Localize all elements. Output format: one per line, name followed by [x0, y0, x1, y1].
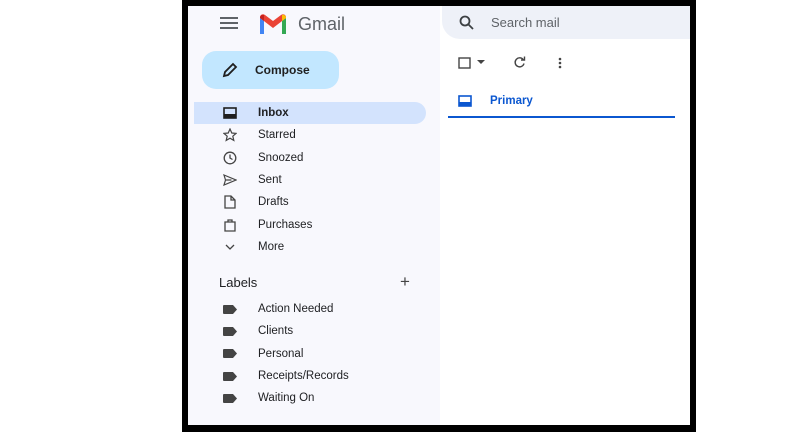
compose-label: Compose [255, 63, 310, 77]
search-input[interactable]: Search mail [491, 15, 560, 30]
label-tag-icon [222, 393, 238, 403]
nav-label: Starred [258, 129, 296, 142]
label-item[interactable]: Clients [194, 320, 426, 342]
pencil-icon [222, 62, 238, 78]
nav-list: Inbox Starred Snoozed Sent Drafts Purcha… [194, 102, 426, 258]
label-item[interactable]: Action Needed [194, 298, 426, 320]
labels-heading: Labels [219, 275, 258, 290]
nav-item-starred[interactable]: Starred [194, 124, 426, 146]
chevron-down-icon [222, 244, 238, 250]
nav-item-sent[interactable]: Sent [194, 169, 426, 191]
label-name: Action Needed [258, 303, 334, 316]
mail-toolbar [458, 56, 562, 69]
label-item[interactable]: Personal [194, 343, 426, 365]
nav-label: Snoozed [258, 151, 304, 164]
bag-icon [222, 218, 238, 232]
nav-label: Sent [258, 174, 282, 187]
screen-frame: Gmail Compose Inbox Starred Snoozed Sent… [182, 0, 696, 432]
gmail-brand: Gmail [298, 14, 346, 34]
nav-label: Drafts [258, 196, 289, 209]
search-bar[interactable]: Search mail [442, 6, 690, 39]
tab-primary[interactable]: Primary [448, 86, 675, 118]
label-tag-icon [222, 304, 238, 314]
label-name: Receipts/Records [258, 370, 349, 383]
nav-item-snoozed[interactable]: Snoozed [194, 147, 426, 169]
compose-button[interactable]: Compose [202, 51, 339, 89]
main-panel: Search mail Primary [440, 6, 690, 425]
nav-item-inbox[interactable]: Inbox [194, 102, 426, 125]
hamburger-menu-icon[interactable] [220, 17, 238, 29]
clock-icon [222, 151, 238, 165]
more-options-icon[interactable] [558, 57, 562, 69]
sidebar: Gmail Compose Inbox Starred Snoozed Sent… [188, 6, 440, 425]
inbox-icon [458, 95, 472, 107]
add-label-plus-icon[interactable]: + [400, 272, 410, 292]
nav-item-more[interactable]: More [194, 236, 426, 258]
labels-list: Action Needed Clients Personal Receipts/… [194, 298, 426, 409]
nav-label: Inbox [258, 107, 289, 120]
label-name: Personal [258, 347, 304, 360]
select-checkbox-icon[interactable] [458, 56, 471, 69]
select-dropdown-icon[interactable] [477, 60, 485, 65]
label-tag-icon [222, 349, 238, 359]
tab-label: Primary [490, 95, 533, 107]
label-item[interactable]: Receipts/Records [194, 365, 426, 387]
nav-item-purchases[interactable]: Purchases [194, 213, 426, 235]
nav-item-drafts[interactable]: Drafts [194, 191, 426, 213]
star-icon [222, 128, 238, 143]
search-icon [459, 15, 474, 30]
inbox-icon [222, 107, 238, 119]
label-name: Clients [258, 325, 294, 338]
label-tag-icon [222, 371, 238, 381]
draft-icon [222, 195, 238, 209]
gmail-logo-icon [260, 14, 286, 34]
refresh-icon[interactable] [513, 56, 526, 69]
nav-label: Purchases [258, 218, 313, 231]
nav-label: More [258, 240, 285, 253]
label-name: Waiting On [258, 392, 315, 405]
send-icon [222, 174, 238, 187]
label-item[interactable]: Waiting On [194, 387, 426, 409]
label-tag-icon [222, 326, 238, 336]
